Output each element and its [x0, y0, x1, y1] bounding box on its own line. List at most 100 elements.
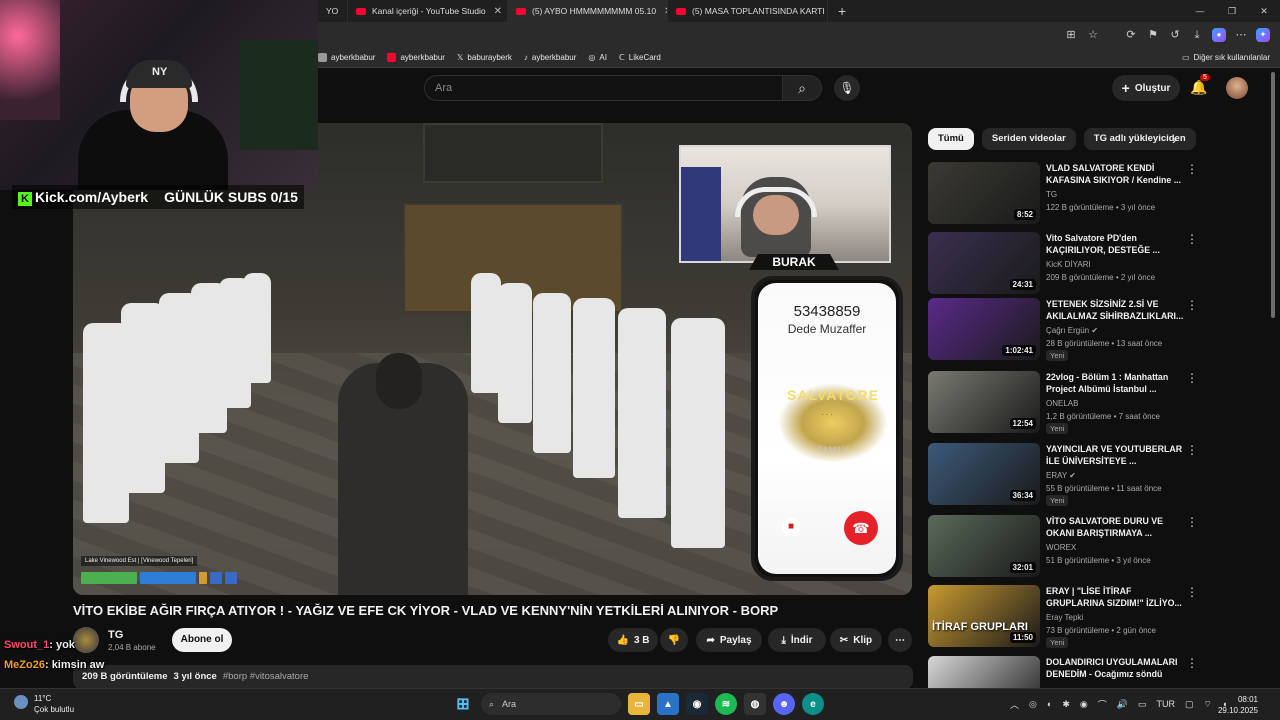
browser-tab[interactable]: (5) MASA TOPLANTISINDA KARTI✕ [668, 0, 828, 22]
recommendation-title[interactable]: 22vlog - Bölüm 1 : Manhattan Project Alb… [1046, 371, 1186, 395]
more-vert-icon[interactable]: ⋮ [1186, 443, 1198, 457]
chevron-right-icon[interactable]: › [1172, 128, 1177, 150]
photos-icon[interactable]: ▲ [657, 693, 679, 715]
extensions-icon[interactable]: ⟳ [1124, 28, 1138, 42]
more-vert-icon[interactable]: ⋮ [1186, 515, 1198, 529]
scrollbar[interactable] [1270, 72, 1276, 684]
volume-icon[interactable]: 🔊 [1117, 699, 1128, 710]
battery-icon[interactable]: ▭ [1138, 699, 1147, 710]
recommendation-item[interactable]: İTİRAF GRUPLARI 11:50 ERAY | "LİSE İTİRAF … [928, 585, 1268, 648]
recommendation-title[interactable]: YETENEK SİZSİNİZ 2.Sİ VE AKILALMAZ SİHİR… [1046, 298, 1186, 322]
more-vert-icon[interactable]: ⋮ [1186, 371, 1198, 385]
maximize-button[interactable]: ❐ [1216, 0, 1248, 22]
like-button[interactable]: 👍 3 B [608, 628, 658, 652]
recommendation-title[interactable]: VİTO SALVATORE DURU VE OKANI BARIŞTIRMAY… [1046, 515, 1186, 539]
more-menu-icon[interactable]: ⋯ [1234, 28, 1248, 42]
more-vert-icon[interactable]: ⋮ [1186, 232, 1198, 246]
recommendation-title[interactable]: Vito Salvatore PD'den KAÇIRILIYOR, DESTE… [1046, 232, 1186, 256]
history-icon[interactable]: ↺ [1168, 28, 1182, 42]
recommendation-item[interactable]: 24:31 Vito Salvatore PD'den KAÇIRILIYOR, … [928, 232, 1268, 294]
bookmark[interactable]: ayberkbabur [387, 53, 445, 62]
more-actions-button[interactable]: ⋯ [888, 628, 912, 652]
subscribe-button[interactable]: Abone ol [172, 628, 232, 652]
recommendation-channel[interactable]: ERAY ✔ [1046, 471, 1076, 480]
video-thumbnail[interactable]: 8:52 [928, 162, 1040, 224]
browser-tab[interactable]: Kanal içeriği - YouTube Studio ✕ [348, 0, 508, 22]
hashtags[interactable]: #borp #vitosalvatore [223, 671, 309, 683]
clock[interactable]: 08:01 29.10.2025 [1218, 694, 1258, 716]
clip-button[interactable]: ✂ Klip [830, 628, 882, 652]
video-thumbnail[interactable]: 12:54 [928, 371, 1040, 433]
other-favorites[interactable]: ▭ Diğer sık kullanılanlar [1182, 53, 1270, 62]
search-input[interactable]: Ara [424, 75, 782, 101]
recommendation-channel[interactable]: KicK DİYARI [1046, 260, 1091, 269]
search-button[interactable]: ⌕ [782, 75, 822, 101]
display-icon[interactable]: ▢ [1185, 699, 1194, 710]
obs-icon[interactable]: ◍ [744, 693, 766, 715]
steam-tray-icon[interactable]: ◉ [1080, 699, 1088, 710]
account-avatar[interactable] [1226, 77, 1248, 99]
create-button[interactable]: + Oluştur [1112, 75, 1180, 101]
video-thumbnail[interactable]: 32:01 [928, 515, 1040, 577]
recommendation-item[interactable]: 32:01 VİTO SALVATORE DURU VE OKANI BARIŞT… [928, 515, 1268, 577]
bookmark[interactable]: ◎ AI [588, 53, 607, 62]
scrollbar-thumb[interactable] [1271, 72, 1275, 318]
close-tab-icon[interactable]: ✕ [486, 6, 502, 17]
read-mode-icon[interactable]: ⊞ [1064, 28, 1078, 42]
bookmark[interactable]: 𝕏baburayberk [457, 53, 512, 62]
recommendation-title[interactable]: VLAD SALVATORE KENDİ KAFASINA SIKIYOR / … [1046, 162, 1186, 186]
recommendation-channel[interactable]: TG [1046, 190, 1057, 199]
close-tab-icon[interactable]: ✕ [656, 6, 667, 17]
close-window-button[interactable]: ✕ [1248, 0, 1280, 22]
chip-series[interactable]: Seriden videolar [981, 128, 1076, 150]
file-explorer-icon[interactable]: ▭ [628, 693, 650, 715]
copilot-icon[interactable]: ✦ [1256, 28, 1270, 42]
bookmark[interactable]: ᑕ LikeCard [619, 53, 661, 62]
more-vert-icon[interactable]: ⋮ [1186, 298, 1198, 312]
video-thumbnail[interactable]: 24:31 [928, 232, 1040, 294]
spotify-icon[interactable]: ≋ [715, 693, 737, 715]
share-button[interactable]: ➦ Paylaş [696, 628, 762, 652]
recommendation-channel[interactable]: Eray Tepki [1046, 613, 1083, 622]
steam-icon[interactable]: ◉ [686, 693, 708, 715]
tray-app-icon[interactable]: ◎ [1029, 699, 1037, 710]
download-button[interactable]: ⤓ İndir [768, 628, 826, 652]
recommendation-channel[interactable]: ONELAB [1046, 399, 1078, 408]
notifications-button[interactable]: 🔔 5 [1190, 74, 1210, 96]
network-icon[interactable]: ⌒ [1098, 698, 1107, 711]
video-thumbnail[interactable]: İTİRAF GRUPLARI 11:50 [928, 585, 1040, 647]
description-box[interactable]: 209 B görüntüleme 3 yıl önce #borp #vito… [73, 665, 913, 689]
profile-icon[interactable]: ● [1212, 28, 1226, 42]
recommendation-title[interactable]: DOLANDIRICI UYGULAMALARI DENEDİM - Ocağı… [1046, 656, 1186, 680]
recommendation-title[interactable]: YAYINCILAR VE YOUTUBERLAR İLE ÜNİVERSİTE… [1046, 443, 1186, 467]
recommendation-title[interactable]: ERAY | "LİSE İTİRAF GRUPLARINA SIZDIM!" … [1046, 585, 1186, 609]
dislike-button[interactable]: 👎 [660, 628, 688, 652]
recommendation-channel[interactable]: Çağrı Ergün ✔ [1046, 326, 1098, 335]
recommendation-channel[interactable]: WOREX [1046, 543, 1076, 552]
weather-widget[interactable]: 11°C Çok bulutlu [14, 693, 74, 715]
recommendation-item[interactable]: 1:02:41 YETENEK SİZSİNİZ 2.Sİ VE AKILALMA… [928, 298, 1268, 361]
browser-tab[interactable]: (5) AYBO HMMMMMMMM 05.10✕ [508, 0, 668, 22]
recommendation-item[interactable]: 8:52 VLAD SALVATORE KENDİ KAFASINA SIKIYO… [928, 162, 1268, 224]
taskbar-search[interactable]: ⌕ Ara [481, 693, 621, 715]
video-thumbnail[interactable]: 1:02:41 [928, 298, 1040, 360]
chevron-up-icon[interactable]: ︿ [1010, 698, 1019, 711]
download-icon[interactable]: ⤓ [1190, 28, 1204, 42]
wifi-icon[interactable]: ⌔ [1203, 699, 1211, 710]
chip-uploader[interactable]: TG adlı yükleyiciden [1083, 128, 1196, 150]
discord-icon[interactable]: ☻ [773, 693, 795, 715]
favorite-star-icon[interactable]: ☆ [1086, 28, 1100, 42]
favorites-icon[interactable]: ⚑ [1146, 28, 1160, 42]
more-vert-icon[interactable]: ⋮ [1186, 656, 1198, 670]
channel-name[interactable]: TG [108, 629, 123, 641]
language-indicator[interactable]: TUR [1156, 699, 1175, 709]
minimize-button[interactable]: — [1184, 0, 1216, 22]
windows-start-icon[interactable]: ⊞ [452, 693, 474, 715]
chip-all[interactable]: Tümü [928, 128, 974, 150]
tray-app-icon[interactable]: ◐ [1047, 699, 1052, 709]
bookmark[interactable]: ♪ ayberkbabur [524, 53, 576, 62]
more-vert-icon[interactable]: ⋮ [1186, 585, 1198, 599]
new-tab-button[interactable]: + [828, 3, 856, 19]
browser-tab[interactable]: YO [318, 0, 348, 22]
edge-icon[interactable]: e [802, 693, 824, 715]
